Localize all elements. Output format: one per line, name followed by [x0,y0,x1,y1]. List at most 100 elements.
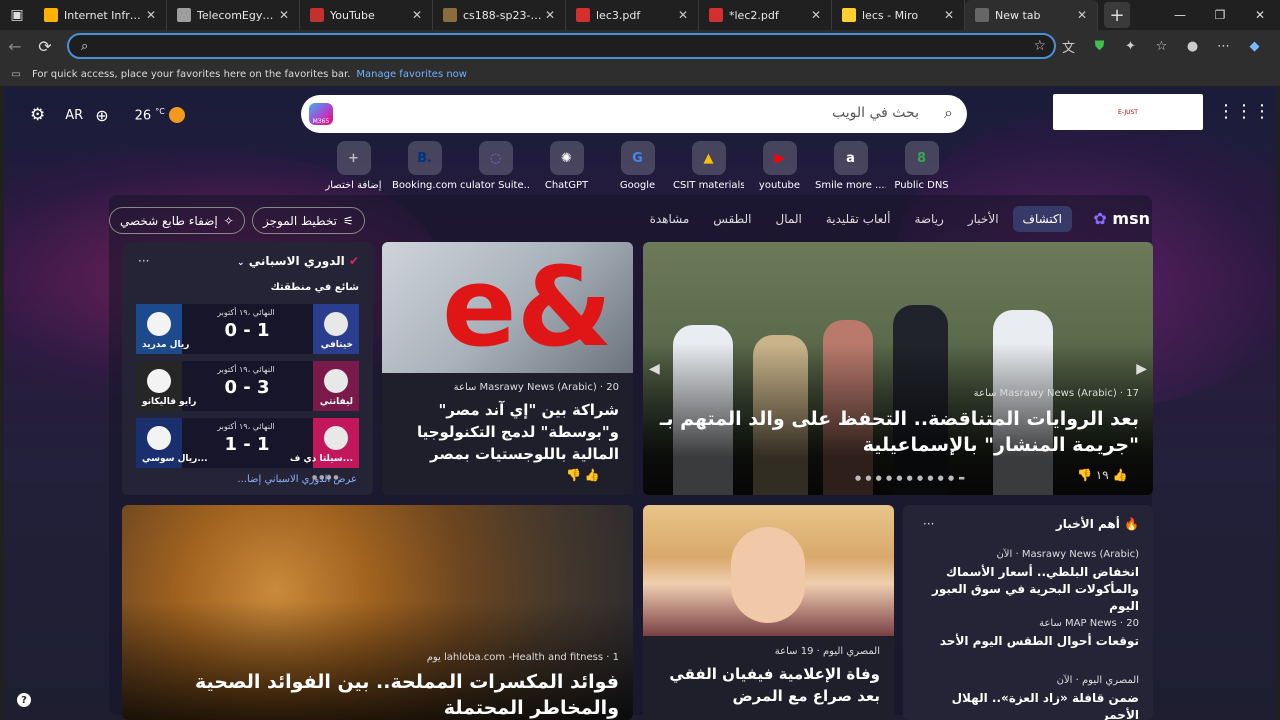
close-tab-icon[interactable]: ✕ [410,8,424,22]
back-icon[interactable]: ← [0,37,30,56]
manage-favorites-link[interactable]: Manage favorites now [356,69,467,80]
extensions-icon[interactable]: ✦ [1115,39,1146,54]
article-card[interactable]: e& Masrawy News (Arabic) · 20 ساعة شراكة… [382,242,633,495]
help-icon[interactable]: ? [17,693,31,707]
quick-link[interactable]: G Google [602,141,673,191]
close-tab-icon[interactable]: ✕ [144,8,158,22]
tab-2[interactable]: TelecomEgyptInfra✕ [167,0,300,30]
article-title[interactable]: شراكة بين "إي آند مصر" و"بوسطة" لدمج الت… [394,399,619,465]
translate-icon[interactable]: 文 [1053,37,1084,56]
close-tab-icon[interactable]: ✕ [1075,8,1089,22]
language-label[interactable]: AR [65,108,83,123]
new-tab-button[interactable]: + [1104,2,1130,28]
quick-link[interactable]: ✺ ChatGPT [531,141,602,191]
minimize-icon[interactable]: — [1160,0,1200,30]
quick-link[interactable]: + إضافة اختصار [318,141,389,191]
close-window-icon[interactable]: ✕ [1240,0,1280,30]
close-tab-icon[interactable]: ✕ [277,8,291,22]
feed-tab-5[interactable]: المال [766,206,812,232]
favorite-star-icon[interactable]: ☆ [1033,38,1046,54]
more-menu-icon[interactable]: ⋯ [1208,39,1239,54]
feed-tab-6[interactable]: الطقس [703,206,761,232]
globe-icon[interactable]: ⊕ [95,106,108,125]
news-title[interactable]: ضمن قافلة «زاد العزة».. الهلال الأحمر [917,690,1139,720]
league-title[interactable]: ✔ الدوري الاسباني ⌄ [237,254,359,268]
feed-tab-4[interactable]: ألعاب تقليدية [816,206,901,232]
article-card[interactable]: lahloba.com -Health and fitness · 1 يوم … [122,505,633,720]
quick-link[interactable]: ◌ culator Suite... [460,141,531,191]
m365-icon[interactable]: M365 [309,103,333,125]
feed-tab-3[interactable]: رياضة [904,206,953,232]
ejust-logo[interactable]: E-JUST [1053,94,1203,130]
maximize-icon[interactable]: ❐ [1200,0,1240,30]
settings-gear-icon[interactable]: ⚙ [30,105,45,125]
tab-label: cs188-sp23-lec07 [463,8,543,22]
match-row[interactable]: ليفانتي رايو فاليكانو النهائي ،١٩ أكتوبر 0 … [136,361,359,411]
carousel-next-icon[interactable]: ▶ [1136,361,1147,377]
favorites-bar: ▭ For quick access, place your favorites… [0,62,1280,86]
quick-link[interactable]: ▶ youtube [744,141,815,191]
feed-tab-7[interactable]: مشاهدة [640,206,700,232]
miro-icon [842,8,856,22]
tab-1[interactable]: Internet Infrastruct✕ [34,0,167,30]
tab-5[interactable]: lec3.pdf ✕ [566,0,699,30]
quick-link[interactable]: B. Booking.com [389,141,460,191]
quick-link[interactable]: ▲ CSIT materials [673,141,744,191]
apps-grid-icon[interactable]: ⋮⋮⋮ [1217,101,1271,122]
article-source: Masrawy News (Arabic) · 17 ساعة [973,388,1139,399]
web-search-box[interactable]: M365 بحث في الويب ⌕ [301,95,967,133]
feed-tab-1[interactable]: اكتشاف [1012,206,1072,232]
feed-tab-2[interactable]: الأخبار [958,206,1009,232]
tab-8[interactable]: New tab ✕ [965,0,1098,30]
more-options-icon[interactable]: ··· [138,254,149,268]
quick-link[interactable]: a Smile more .... [815,141,886,191]
carousel-prev-icon[interactable]: ◀ [649,361,660,377]
more-options-icon[interactable]: ··· [923,517,934,531]
plus-icon: + [336,141,371,175]
view-league-link[interactable]: عرض الدوري الاسباني إضا... [237,474,357,485]
search-icon[interactable]: ⌕ [944,103,953,123]
layout-button[interactable]: ⚟ تخطيط الموجز [252,207,365,234]
tab-actions-icon[interactable]: ▣ [0,0,34,30]
news-item[interactable]: Masrawy News (Arabic) · الآن انخفاض البلط… [917,549,1139,615]
shield-icon[interactable]: ⛊ [1084,39,1115,54]
carousel-dots[interactable]: ● ● ● ● ● ● ● ● ● ● ▬ [855,474,966,482]
article-title[interactable]: فوائد المكسرات المملحة.. بين الفوائد الص… [129,669,619,720]
weather-widget[interactable]: 26 °C [135,107,186,124]
news-title[interactable]: انخفاض البلطي.. أسعار الأسماك والمأكولات… [917,564,1139,615]
address-bar[interactable]: ⌕ ☆ [67,33,1056,59]
top-news-header[interactable]: 🔥 أهم الأخبار [1056,517,1139,531]
google-icon: G [620,141,655,175]
article-title[interactable]: بعد الروايات المتناقضة.. التحفظ على والد… [659,406,1139,458]
copilot-icon[interactable]: ◆ [1239,39,1270,54]
match-row[interactable]: سيلتا دي ف... ريال سوسي... النهائي ،١٩ أكت… [136,418,359,468]
msn-logo[interactable]: ✿ msn [1093,209,1150,228]
quick-link[interactable]: 8 Public DNS [886,141,957,191]
news-item[interactable]: MAP News · 20 ساعة توقعات أحوال الطقس الي… [917,618,1139,650]
tab-4[interactable]: cs188-sp23-lec07✕ [433,0,566,30]
reactions[interactable]: 👎 ١٩ 👍 [1077,468,1127,482]
close-tab-icon[interactable]: ✕ [676,8,690,22]
close-tab-icon[interactable]: ✕ [543,8,557,22]
news-item[interactable]: المصري اليوم · الآن ضمن قافلة «زاد العزة»… [917,675,1139,720]
refresh-icon[interactable]: ⟳ [30,37,60,56]
article-card[interactable]: المصري اليوم · 19 ساعة وفاة الإعلامية في… [643,505,894,720]
personalize-button[interactable]: ✧ إضفاء طابع شخصي [109,207,245,234]
tab-7[interactable]: lecs - Miro ✕ [832,0,965,30]
match-row[interactable]: خيتافي ريال مدريد النهائي ،١٩ أكتوبر 0 - 1 [136,304,359,354]
hero-article[interactable]: ◀ ▶ Masrawy News (Arabic) · 17 ساعة بعد … [643,242,1153,495]
article-title[interactable]: وفاة الإعلامية فيفيان الفقي بعد صراع مع … [655,663,880,707]
tab-6[interactable]: *lec2.pdf ✕ [699,0,832,30]
pdf-icon [709,8,723,22]
close-tab-icon[interactable]: ✕ [942,8,956,22]
quick-link-label: إضافة اختصار [325,180,382,191]
toolbar: ← ⟳ ⌕ ☆ 文 ⛊ ✦ ☆ ● ⋯ ◆ [0,30,1280,62]
quick-link-label: culator Suite... [460,180,531,191]
reactions[interactable]: 👎 👍 [566,468,600,482]
drive-icon: ▲ [691,141,726,175]
news-title[interactable]: توقعات أحوال الطقس اليوم الأحد [917,633,1139,650]
tab-3[interactable]: YouTube ✕ [300,0,433,30]
profile-avatar[interactable]: ● [1177,39,1208,54]
close-tab-icon[interactable]: ✕ [809,8,823,22]
favorites-icon[interactable]: ☆ [1146,39,1177,54]
